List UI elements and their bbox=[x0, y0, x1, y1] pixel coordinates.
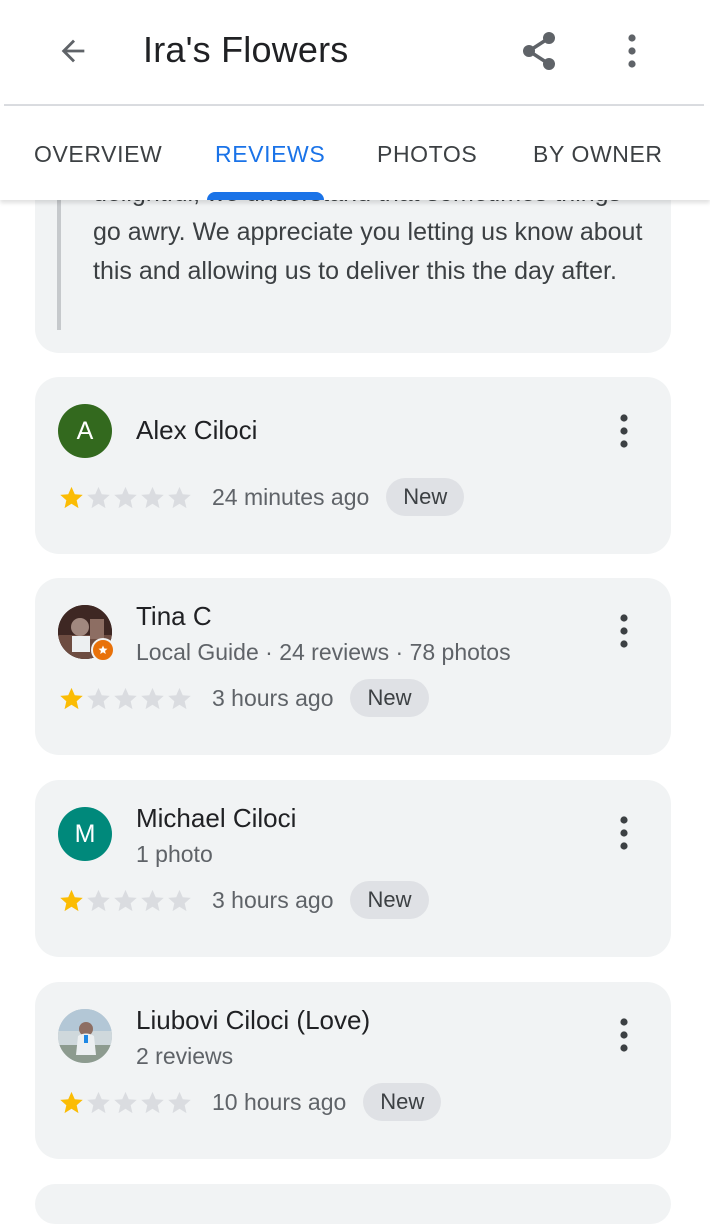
arrow-back-icon[interactable] bbox=[50, 28, 96, 74]
review-card: Tina C Local Guide · 24 reviews · 78 pho… bbox=[35, 578, 671, 755]
reviewer-details: 2 reviews bbox=[136, 1043, 234, 1069]
star-empty-icon bbox=[87, 1091, 110, 1113]
page-title: Ira's Flowers bbox=[143, 29, 349, 70]
tab-photos[interactable]: PHOTOS bbox=[377, 140, 477, 168]
avatar[interactable]: A bbox=[58, 404, 112, 458]
star-empty-icon bbox=[168, 687, 191, 709]
more-vert-icon[interactable] bbox=[611, 1013, 637, 1057]
new-badge: New bbox=[386, 478, 465, 516]
more-vert-icon[interactable] bbox=[611, 409, 637, 453]
star-empty-icon bbox=[168, 486, 191, 508]
tab-bar: OVERVIEW REVIEWS PHOTOS BY OWNER bbox=[0, 106, 710, 200]
rating-row: 3 hours ago New bbox=[58, 880, 429, 920]
star-empty-icon bbox=[87, 486, 110, 508]
more-vert-icon[interactable] bbox=[611, 609, 637, 653]
reviewer-details: 1 photo bbox=[136, 841, 213, 867]
avatar-letter: A bbox=[76, 416, 94, 445]
star-filled-icon bbox=[60, 1091, 83, 1113]
star-empty-icon bbox=[87, 687, 110, 709]
review-time: 24 minutes ago bbox=[212, 484, 370, 510]
review-card-partial bbox=[35, 1184, 671, 1224]
rating-row: 24 minutes ago New bbox=[58, 477, 465, 517]
tab-overview[interactable]: OVERVIEW bbox=[34, 140, 162, 168]
reviewer-name[interactable]: Michael Ciloci bbox=[136, 802, 296, 834]
review-time: 3 hours ago bbox=[212, 887, 334, 913]
review-card: Liubovi Ciloci (Love) 2 reviews 10 hours… bbox=[35, 982, 671, 1159]
star-empty-icon bbox=[114, 687, 137, 709]
active-tab-indicator bbox=[207, 192, 324, 200]
star-empty-icon bbox=[141, 486, 164, 508]
star-rating bbox=[58, 685, 193, 712]
avatar[interactable] bbox=[58, 1009, 112, 1063]
star-rating bbox=[58, 887, 193, 914]
tab-reviews[interactable]: REVIEWS bbox=[215, 140, 325, 168]
more-vert-icon[interactable] bbox=[612, 26, 652, 76]
reviewer-name[interactable]: Alex Ciloci bbox=[136, 414, 257, 446]
profile-photo bbox=[58, 1009, 112, 1063]
reviewer-name[interactable]: Tina C bbox=[136, 600, 212, 632]
rating-row: 3 hours ago New bbox=[58, 678, 429, 718]
avatar-letter: M bbox=[74, 819, 96, 848]
star-empty-icon bbox=[168, 889, 191, 911]
star-empty-icon bbox=[168, 1091, 191, 1113]
star-filled-icon bbox=[60, 889, 83, 911]
new-badge: New bbox=[350, 881, 429, 919]
new-badge: New bbox=[363, 1083, 442, 1121]
rating-row: 10 hours ago New bbox=[58, 1082, 442, 1122]
owner-reply-quote-bar bbox=[57, 196, 61, 330]
new-badge: New bbox=[350, 679, 429, 717]
star-empty-icon bbox=[87, 889, 110, 911]
reviewer-details: Local Guide · 24 reviews · 78 photos bbox=[136, 639, 511, 665]
review-time: 10 hours ago bbox=[212, 1089, 347, 1115]
star-filled-icon bbox=[60, 687, 83, 709]
star-empty-icon bbox=[141, 1091, 164, 1113]
reviewer-name[interactable]: Liubovi Ciloci (Love) bbox=[136, 1004, 370, 1036]
local-guide-badge-icon bbox=[91, 638, 115, 662]
share-icon[interactable] bbox=[516, 26, 562, 76]
review-card: A Alex Ciloci 24 minutes ago New bbox=[35, 377, 671, 554]
avatar[interactable]: M bbox=[58, 807, 112, 861]
star-empty-icon bbox=[114, 889, 137, 911]
star-empty-icon bbox=[141, 687, 164, 709]
more-vert-icon[interactable] bbox=[611, 811, 637, 855]
star-rating bbox=[58, 1089, 193, 1116]
review-card: M Michael Ciloci 1 photo 3 hours ago New bbox=[35, 780, 671, 957]
star-empty-icon bbox=[141, 889, 164, 911]
tab-by-owner[interactable]: BY OWNER bbox=[533, 140, 663, 168]
review-time: 3 hours ago bbox=[212, 685, 334, 711]
app-bar: Ira's Flowers bbox=[0, 0, 710, 104]
star-empty-icon bbox=[114, 486, 137, 508]
star-empty-icon bbox=[114, 1091, 137, 1113]
star-rating bbox=[58, 484, 193, 511]
star-filled-icon bbox=[60, 486, 83, 508]
